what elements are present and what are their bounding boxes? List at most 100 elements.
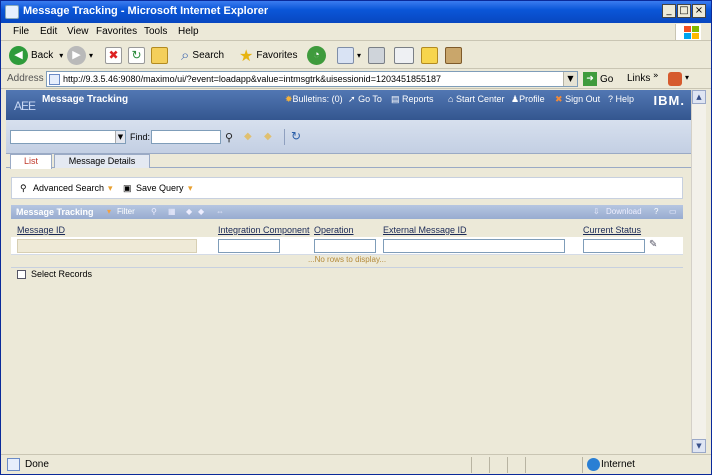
forward-button[interactable]: ▶ ▾ <box>67 45 93 66</box>
toolbar-divider <box>284 129 285 145</box>
stop-button[interactable]: ✖ <box>105 45 125 66</box>
star-icon: ★ <box>239 47 254 65</box>
scroll-up-icon[interactable]: ▲ <box>692 90 706 104</box>
filter-lookup-icon[interactable]: ✎ <box>649 239 657 250</box>
menu-file[interactable]: File <box>13 26 29 37</box>
start-center-link[interactable]: ⌂ Start Center <box>448 94 504 104</box>
tab-message-details[interactable]: Message Details <box>54 154 150 168</box>
current-status-filter[interactable] <box>583 239 645 253</box>
back-dropdown-icon[interactable]: ▾ <box>59 51 63 60</box>
close-button[interactable]: × <box>692 4 706 18</box>
binoculars-icon: ⚲ <box>20 183 27 193</box>
mail-dropdown-icon[interactable]: ▾ <box>357 51 361 60</box>
links-chevron-icon[interactable]: » <box>653 71 659 81</box>
forward-dropdown-icon[interactable]: ▾ <box>89 51 93 60</box>
ibm-logo: IBM. <box>653 93 685 108</box>
extension-dropdown-icon[interactable]: ▾ <box>685 73 689 82</box>
column-operation[interactable]: Operation <box>314 225 354 235</box>
print-icon <box>368 47 385 64</box>
search-label: Search <box>192 50 225 61</box>
profile-link[interactable]: ♟Profile <box>511 94 545 105</box>
goto-link[interactable]: ➚ Go To <box>348 94 382 105</box>
window-title: Message Tracking - Microsoft Internet Ex… <box>23 5 269 17</box>
menu-tools[interactable]: Tools <box>144 26 167 37</box>
forward-arrow-icon: ▶ <box>67 46 86 65</box>
home-icon <box>151 47 168 64</box>
refresh-icon[interactable]: ↻ <box>291 129 301 143</box>
external-message-id-filter[interactable] <box>383 239 565 253</box>
next-record-icon[interactable]: ◆ <box>264 131 272 142</box>
previous-record-icon[interactable]: ◆ <box>244 131 252 142</box>
status-divider <box>489 457 490 473</box>
select-records-checkbox[interactable] <box>17 270 26 279</box>
app-title: Message Tracking <box>42 94 129 105</box>
download-icon[interactable]: ⇩ <box>593 207 600 216</box>
page-scrollbar[interactable]: ▲ ▼ <box>691 90 706 453</box>
favorites-button[interactable]: ★ Favorites <box>239 45 297 66</box>
status-divider <box>525 457 526 473</box>
links-label[interactable]: Links <box>627 73 650 84</box>
prev-page-icon[interactable]: ◆ <box>186 207 192 216</box>
menu-view[interactable]: View <box>67 26 89 37</box>
windows-logo-icon <box>675 24 701 40</box>
search-button[interactable]: ⌕ Search <box>181 45 224 66</box>
select-records-label: Select Records <box>31 269 93 279</box>
table-maximize-icon[interactable]: ▭ <box>669 207 677 216</box>
tab-bar: List Message Details <box>6 154 691 169</box>
expand-icon[interactable]: ⇔ <box>216 207 224 216</box>
save-query-dropdown-icon[interactable]: ▾ <box>188 183 193 194</box>
column-message-id[interactable]: Message ID <box>17 225 65 235</box>
column-external-message-id[interactable]: External Message ID <box>383 225 467 235</box>
toolbar-extension-icon[interactable] <box>668 72 682 86</box>
bulletins-label: Bulletins: (0) <box>292 94 343 104</box>
scroll-down-icon[interactable]: ▼ <box>692 439 706 453</box>
advanced-search-dropdown-icon[interactable]: ▾ <box>108 183 113 194</box>
refresh-button[interactable]: ↻ <box>128 45 148 66</box>
sign-out-link[interactable]: ✖ Sign Out <box>555 94 600 105</box>
minimize-button[interactable]: _ <box>662 4 676 18</box>
menu-edit[interactable]: Edit <box>40 26 57 37</box>
edit-button[interactable] <box>394 45 417 66</box>
bulletins-link[interactable]: ✸Bulletins: (0) <box>285 94 343 105</box>
message-id-filter[interactable] <box>17 239 197 253</box>
clear-filter-icon[interactable]: ▦ <box>168 207 176 216</box>
stop-icon: ✖ <box>105 47 122 64</box>
filter-icon[interactable]: ▾ <box>107 207 111 216</box>
query-dropdown-icon[interactable]: ▼ <box>115 131 125 143</box>
menu-bar: File Edit View Favorites Tools Help <box>1 23 711 41</box>
find-table-icon[interactable]: ⚲ <box>151 207 157 216</box>
maximize-button[interactable]: □ <box>677 4 691 18</box>
mail-button[interactable]: ▾ <box>337 45 361 66</box>
column-integration-component[interactable]: Integration Component <box>218 225 310 235</box>
select-records[interactable]: Select Records <box>17 269 93 279</box>
operation-filter[interactable] <box>314 239 376 253</box>
column-current-status[interactable]: Current Status <box>583 225 641 235</box>
filter-button[interactable]: Filter <box>117 207 135 216</box>
address-input[interactable]: http://9.3.5.46:9080/maximo/ui/?event=lo… <box>46 71 578 87</box>
query-select[interactable]: ▼ <box>10 130 126 144</box>
status-text: Done <box>25 459 49 470</box>
find-input[interactable] <box>151 130 221 144</box>
list-actions: ⚲ Advanced Search ▾ ▣ Save Query ▾ <box>11 177 683 199</box>
advanced-search-button[interactable]: Advanced Search <box>33 183 104 193</box>
print-button[interactable] <box>368 45 388 66</box>
address-dropdown-icon[interactable]: ▼ <box>563 72 577 86</box>
discuss-button[interactable] <box>421 45 441 66</box>
go-button[interactable]: ➜ Go <box>583 72 613 86</box>
back-button[interactable]: ◀ Back ▾ <box>9 45 63 66</box>
table-help-icon[interactable]: ? <box>654 207 658 216</box>
menu-help[interactable]: Help <box>178 26 199 37</box>
download-button[interactable]: Download <box>606 207 642 216</box>
research-button[interactable] <box>445 45 465 66</box>
history-button[interactable]: ◔ <box>307 45 329 66</box>
home-button[interactable] <box>151 45 171 66</box>
next-page-icon[interactable]: ◆ <box>198 207 204 216</box>
save-query-button[interactable]: Save Query <box>136 183 184 193</box>
bulletin-icon: ✸ <box>285 94 293 104</box>
binoculars-icon[interactable]: ⚲ <box>225 131 233 144</box>
tab-list[interactable]: List <box>10 154 52 169</box>
reports-link[interactable]: ▤ Reports <box>391 94 434 105</box>
menu-favorites[interactable]: Favorites <box>96 26 137 37</box>
help-link[interactable]: ? Help <box>608 94 634 104</box>
integration-component-filter[interactable] <box>218 239 280 253</box>
